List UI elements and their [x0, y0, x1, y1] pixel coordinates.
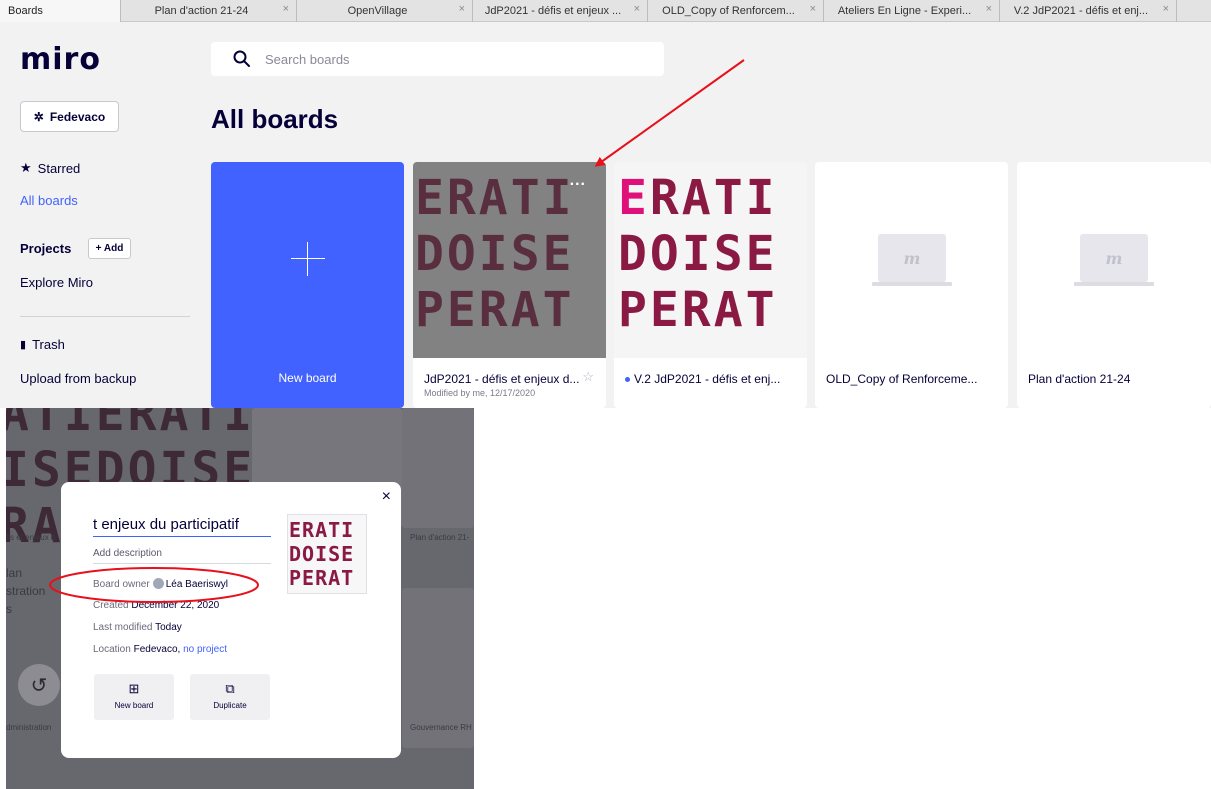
- action-label: Duplicate: [213, 701, 247, 710]
- action-label: New board: [114, 701, 154, 710]
- board-info-modal: × t enjeux du participatif Add descripti…: [61, 482, 401, 758]
- close-icon[interactable]: ×: [382, 488, 391, 506]
- owner-name: Léa Baeriswyl: [165, 579, 228, 590]
- description-field[interactable]: Add description: [93, 548, 271, 564]
- board-thumbnail: m: [1017, 162, 1211, 358]
- board-card-title: Plan d'action 21-24: [1028, 372, 1131, 386]
- trash-icon: ▮: [20, 339, 27, 351]
- hover-overlay: [413, 162, 606, 358]
- background-text: dministration: [6, 723, 52, 732]
- tab-label: Ateliers En Ligne - Experi...: [837, 5, 972, 17]
- projects-heading: Projects: [20, 241, 72, 256]
- browser-tab-v2-jdp2021[interactable]: V.2 JdP2021 - défis et enj... ×: [1000, 0, 1177, 22]
- tab-close-icon[interactable]: ×: [986, 3, 992, 15]
- location-row: Location Fedevaco, no project: [93, 644, 227, 655]
- search-bar[interactable]: [211, 42, 664, 76]
- background-text: fis et enjeux d: [6, 533, 56, 542]
- board-card-title: OLD_Copy of Renforceme...: [826, 372, 978, 386]
- team-switcher-button[interactable]: ✲ Fedevaco: [20, 101, 119, 132]
- browser-tab-ateliers[interactable]: Ateliers En Ligne - Experi... ×: [824, 0, 1000, 22]
- tab-close-icon[interactable]: ×: [810, 3, 816, 15]
- duplicate-action-button[interactable]: ⧉ Duplicate: [190, 674, 270, 720]
- miro-dashboard: miro ✲ Fedevaco ★ Starred All boards Pro…: [0, 22, 1211, 408]
- sidebar-item-all-boards[interactable]: All boards: [20, 193, 78, 208]
- board-card-title: V.2 JdP2021 - défis et enj...: [625, 372, 780, 386]
- board-card-jdp2021[interactable]: ERATI DOISE PERAT ... JdP2021 - défis et…: [413, 162, 606, 408]
- board-card-old-copy[interactable]: m OLD_Copy of Renforceme...: [815, 162, 1008, 408]
- background-text: lan stration s: [6, 566, 46, 616]
- sidebar-item-label: All boards: [20, 193, 78, 208]
- browser-tab-old-copy[interactable]: OLD_Copy of Renforcem... ×: [648, 0, 824, 22]
- board-thumbnail: ERATI DOISE PERAT ...: [413, 162, 606, 358]
- last-modified-row: Last modified Today: [93, 622, 182, 633]
- board-info-screenshot: ATIERATI ISEDOISE RA fis et enjeux d Pla…: [6, 408, 474, 789]
- avatar: [152, 578, 164, 589]
- new-board-card[interactable]: New board: [211, 162, 404, 408]
- created-row: Created December 22, 2020: [93, 600, 220, 611]
- miro-logo[interactable]: miro: [20, 42, 101, 77]
- board-title-field[interactable]: t enjeux du participatif: [93, 516, 271, 537]
- board-thumbnail: m: [815, 162, 1008, 358]
- background-card: [402, 408, 474, 528]
- board-card-v2-jdp2021[interactable]: ERATI DOISE PERAT V.2 JdP2021 - défis et…: [614, 162, 807, 408]
- tab-label: V.2 JdP2021 - défis et enj...: [1013, 5, 1149, 17]
- browser-tab-boards[interactable]: Boards: [0, 0, 121, 22]
- browser-tab-jdp2021[interactable]: JdP2021 - défis et enjeux ... ×: [473, 0, 648, 22]
- duplicate-icon: ⧉: [225, 681, 235, 696]
- restore-icon: ↺: [18, 664, 60, 706]
- sidebar-divider: [20, 316, 190, 317]
- tab-label: Boards: [8, 5, 43, 17]
- tab-label: OLD_Copy of Renforcem...: [662, 5, 795, 17]
- board-card-title: JdP2021 - défis et enjeux d...: [424, 372, 580, 386]
- thumbnail-art: ERATI DOISE PERAT: [618, 170, 778, 338]
- tab-close-icon[interactable]: ×: [634, 3, 640, 15]
- background-text: Plan d'action 21-: [410, 533, 470, 542]
- star-outline-icon[interactable]: ☆: [582, 369, 594, 385]
- sidebar-item-label: Starred: [37, 160, 81, 176]
- star-icon: ★: [20, 160, 32, 175]
- search-icon: [233, 50, 251, 68]
- new-board-label: New board: [278, 371, 337, 385]
- board-preview-thumbnail: ERATI DOISE PERAT: [287, 514, 367, 594]
- browser-tab-openvillage[interactable]: OpenVillage ×: [297, 0, 473, 22]
- gear-icon: ✲: [33, 109, 44, 124]
- background-text: Gouvernance RH: [410, 723, 472, 732]
- sidebar-item-trash[interactable]: ▮ Trash: [20, 337, 65, 352]
- browser-tab-strip: Boards Plan d'action 21-24 × OpenVillage…: [0, 0, 1211, 22]
- sidebar-item-label: Explore Miro: [20, 275, 93, 290]
- add-project-button[interactable]: + Add: [88, 238, 131, 259]
- sidebar-item-explore-miro[interactable]: Explore Miro: [20, 275, 93, 290]
- new-board-action-button[interactable]: ⊞ New board: [94, 674, 174, 720]
- tab-label: JdP2021 - défis et enjeux ...: [484, 5, 622, 17]
- plus-icon: [291, 242, 325, 276]
- board-card-modified: Modified by me, 12/17/2020: [424, 388, 536, 398]
- team-name: Fedevaco: [49, 109, 106, 124]
- laptop-placeholder-icon: m: [872, 234, 952, 290]
- tab-close-icon[interactable]: ×: [459, 3, 465, 15]
- no-project-link[interactable]: no project: [183, 644, 227, 655]
- more-options-icon[interactable]: ...: [570, 172, 586, 190]
- board-card-plan-action[interactable]: m Plan d'action 21-24: [1017, 162, 1211, 408]
- tab-label: OpenVillage: [347, 5, 408, 17]
- search-input[interactable]: [265, 51, 645, 67]
- tab-label: Plan d'action 21-24: [154, 5, 249, 17]
- sidebar-item-label: Upload from backup: [20, 371, 137, 386]
- board-thumbnail: ERATI DOISE PERAT: [614, 162, 807, 358]
- page-title: All boards: [211, 104, 339, 134]
- thumbnail-art: ERATI DOISE PERAT: [289, 518, 355, 590]
- sidebar-item-upload-backup[interactable]: Upload from backup: [20, 371, 136, 386]
- plus-square-icon: ⊞: [128, 681, 140, 696]
- sidebar-item-starred[interactable]: ★ Starred: [20, 160, 80, 176]
- unread-dot: [625, 377, 630, 383]
- board-owner-row: Board owner Léa Baeriswyl: [93, 578, 228, 590]
- browser-tab-plan-action[interactable]: Plan d'action 21-24 ×: [121, 0, 297, 22]
- tab-close-icon[interactable]: ×: [1163, 3, 1169, 15]
- tab-close-icon[interactable]: ×: [283, 3, 289, 15]
- laptop-placeholder-icon: m: [1074, 234, 1154, 290]
- sidebar-item-label: Trash: [32, 337, 65, 352]
